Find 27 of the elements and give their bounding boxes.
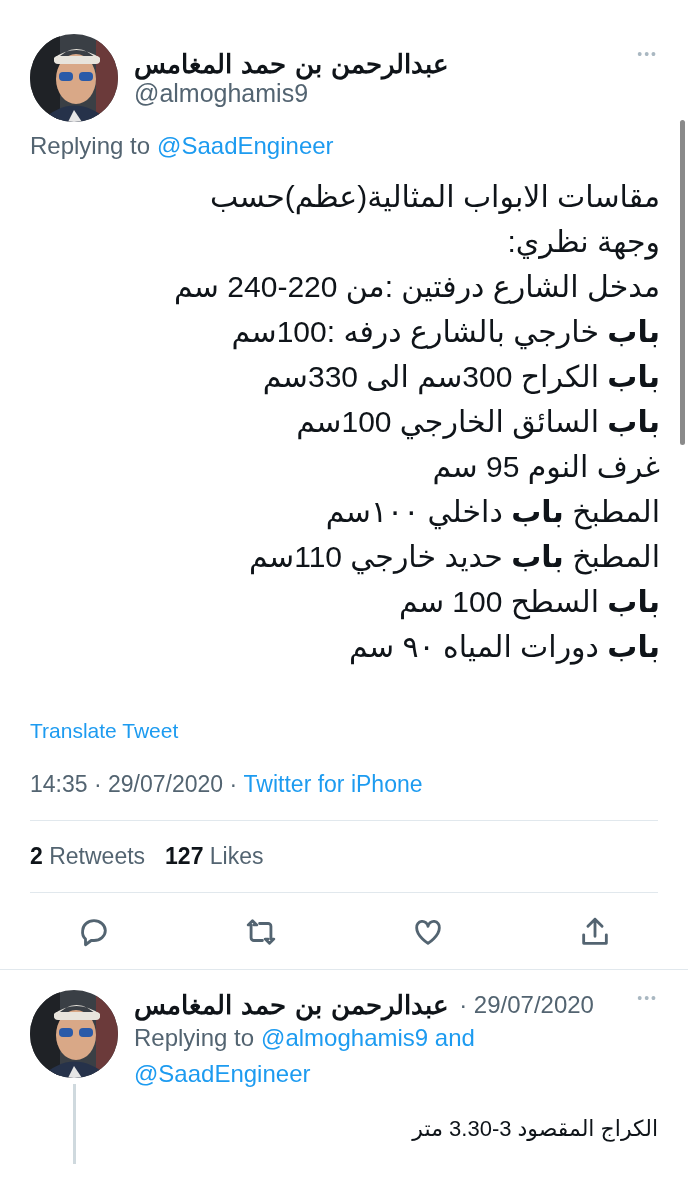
tweet-text-line: باب خارجي بالشارع درفه :100سم	[231, 314, 660, 352]
mention-link[interactable]: @SaadEngineer	[134, 1056, 311, 1092]
author-name[interactable]: عبدالرحمن بن حمد المغامس	[134, 990, 450, 1020]
tweet-text-line: غرف النوم 95 سم	[432, 449, 660, 487]
mention-link[interactable]: @almoghamis9 and	[261, 1020, 475, 1056]
reply-text: الكراج المقصود 3-3.30 متر	[412, 1116, 658, 1142]
likes-count[interactable]: 127 Likes	[165, 843, 264, 870]
translate-link[interactable]: Translate Tweet	[30, 719, 658, 743]
tweet-text-line: باب السائق الخارجي 100سم	[296, 404, 660, 442]
more-button[interactable]: •••	[637, 990, 658, 1006]
tweet-text-line: باب السطح 100 سم	[398, 584, 660, 622]
replying-label: Replying to	[134, 1023, 255, 1053]
source-link[interactable]: Twitter for iPhone	[243, 771, 423, 798]
tweet-text-line: مدخل الشارع درفتين :من 220-240 سم	[173, 269, 660, 307]
author-name[interactable]: عبدالرحمن بن حمد المغامس	[134, 48, 450, 79]
scrollbar[interactable]	[680, 120, 685, 445]
tweet-text-line: المطبخ باب داخلي ١٠٠سم	[325, 494, 660, 532]
tweet-text-line: المطبخ باب حديد خارجي 110سم	[249, 539, 660, 577]
mention-link[interactable]: @SaadEngineer	[157, 132, 334, 160]
tweet-text-line: باب الكراح 300سم الى 330سم	[262, 359, 660, 397]
reply-date: · 29/07/2020	[459, 991, 594, 1019]
tweet-timestamp: 14:35 · 29/07/2020 ·	[30, 771, 239, 798]
tweet-text-line: باب دورات المياه ٩٠ سم	[349, 629, 660, 667]
tweet-text-line: مقاسات الابواب المثالية(عظم)حسب وجهة نظري:	[209, 179, 660, 262]
more-button[interactable]: •••	[637, 46, 658, 62]
retweets-count[interactable]: 2 Retweets	[30, 843, 146, 870]
replying-label: Replying to	[30, 132, 151, 160]
